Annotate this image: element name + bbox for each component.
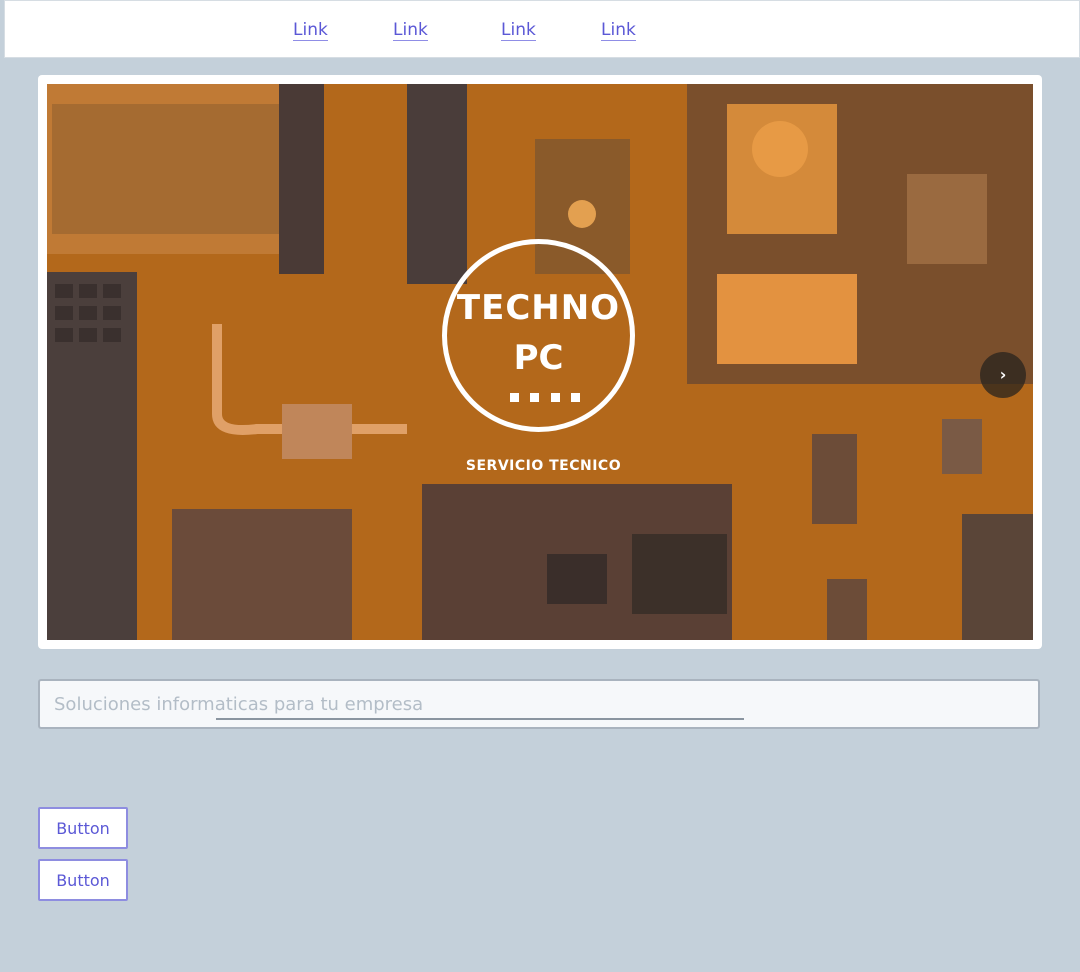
nav-link-2[interactable]: Link bbox=[393, 20, 428, 41]
top-nav-bar: Link Link Link Link bbox=[4, 0, 1080, 58]
hero-image: TECHNO PC SERVICIO TECNICO bbox=[47, 84, 1033, 640]
nav-link-3[interactable]: Link bbox=[501, 20, 536, 41]
logo-circle: TECHNO PC bbox=[442, 239, 635, 432]
logo-text-line2: PC bbox=[513, 338, 564, 378]
action-button-1[interactable]: Button bbox=[38, 807, 128, 849]
search-underline bbox=[216, 718, 744, 720]
search-input[interactable] bbox=[40, 681, 1038, 727]
carousel-next-button[interactable]: › bbox=[980, 352, 1026, 398]
nav-link-1[interactable]: Link bbox=[293, 20, 328, 41]
hero-carousel: TECHNO PC SERVICIO TECNICO › bbox=[38, 75, 1042, 649]
chevron-right-icon: › bbox=[999, 365, 1007, 384]
search-field-container bbox=[38, 679, 1040, 729]
logo-caption: SERVICIO TECNICO bbox=[465, 458, 622, 474]
logo-text-line1: TECHNO bbox=[456, 288, 621, 328]
nav-link-4[interactable]: Link bbox=[601, 20, 636, 41]
action-button-2[interactable]: Button bbox=[38, 859, 128, 901]
logo-dots bbox=[510, 393, 580, 405]
